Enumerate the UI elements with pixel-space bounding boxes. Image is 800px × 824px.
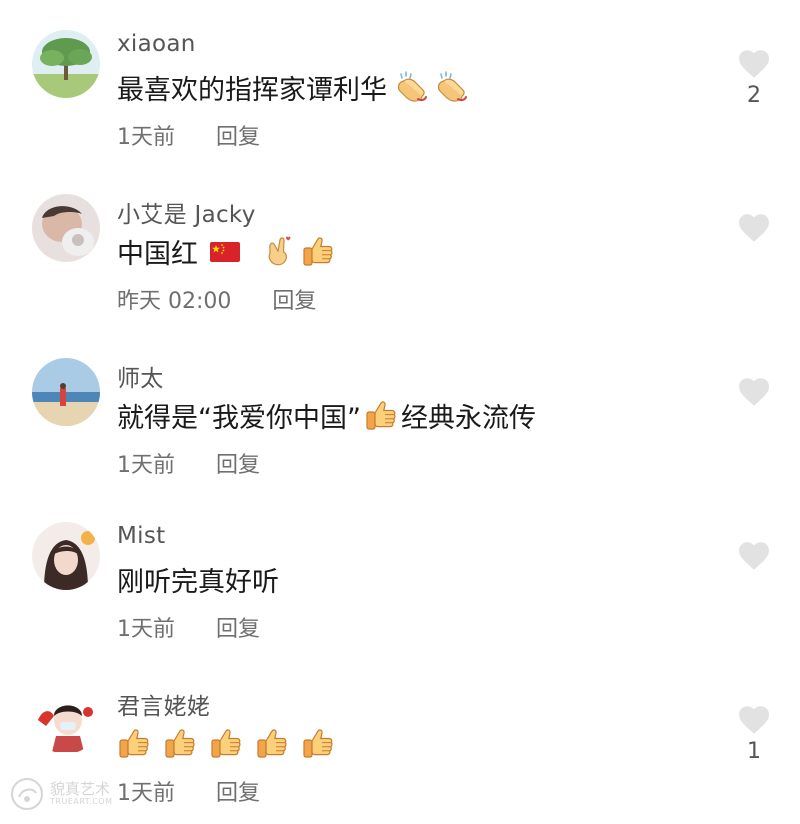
like-button[interactable]: 2 (730, 46, 778, 109)
comment-meta: 1天前 回复 (117, 611, 260, 643)
comment-meta: 1天前 回复 (117, 447, 260, 479)
comment-content: 就得是“我爱你中国” 经典永流传 (117, 395, 536, 435)
heart-icon[interactable] (736, 46, 772, 79)
reply-button[interactable]: 回复 (216, 447, 260, 479)
thumbs-up-emoji (163, 726, 197, 760)
comment-username[interactable]: 君言姥姥 (117, 687, 210, 721)
comment-text: 最喜欢的指挥家谭利华 (117, 74, 387, 106)
thumbs-up-emoji (301, 726, 335, 760)
comment-item: 君言姥姥 1天前 回复 1 (0, 656, 800, 820)
like-button[interactable] (730, 374, 778, 437)
thumbs-up-emoji (301, 234, 335, 268)
comment-time: 1天前 (117, 781, 175, 806)
comment-item: 小艾是 Jacky 中国红 昨天 02:00 回复 (0, 164, 800, 328)
comment-time: 1天前 (117, 125, 175, 150)
like-count: 2 (747, 83, 761, 108)
reply-button[interactable]: 回复 (216, 119, 260, 151)
clapping-hands-emoji (395, 70, 429, 104)
comment-meta: 1天前 回复 (117, 119, 260, 151)
avatar[interactable] (32, 194, 100, 262)
comment-item: Mist 刚听完真好听 1天前 回复 (0, 492, 800, 656)
comment-item: 师太 就得是“我爱你中国” 经典永流传 1天前 回复 (0, 328, 800, 492)
clapping-hands-emoji (435, 70, 469, 104)
reply-button[interactable]: 回复 (216, 775, 260, 807)
comment-content (117, 723, 338, 763)
comment-text: 中国红 (117, 238, 198, 270)
like-count (730, 247, 778, 273)
comment-text: 经典永流传 (400, 402, 536, 434)
thumbs-up-emoji (364, 398, 398, 432)
avatar[interactable] (32, 358, 100, 426)
thumbs-up-emoji (255, 726, 289, 760)
finger-heart-emoji (261, 234, 295, 268)
heart-icon[interactable] (736, 210, 772, 243)
avatar[interactable] (32, 686, 100, 754)
comment-username[interactable]: 小艾是 Jacky (117, 195, 256, 229)
comment-time: 1天前 (117, 617, 175, 642)
comment-content: 中国红 (117, 231, 338, 271)
comment-time: 昨天 02:00 (117, 289, 232, 314)
reply-button[interactable]: 回复 (272, 283, 316, 315)
comment-content: 刚听完真好听 (117, 559, 279, 599)
thumbs-up-emoji (117, 726, 151, 760)
comment-meta: 昨天 02:00 回复 (117, 283, 316, 315)
comment-item: xiaoan 最喜欢的指挥家谭利华 1天前 回复 2 (0, 0, 800, 164)
heart-icon[interactable] (736, 374, 772, 407)
comment-username[interactable]: 师太 (117, 359, 164, 393)
thumbs-up-emoji (209, 726, 243, 760)
comment-text: 刚听完真好听 (117, 566, 279, 598)
like-button[interactable] (730, 538, 778, 601)
like-button[interactable]: 1 (730, 702, 778, 765)
heart-icon[interactable] (736, 538, 772, 571)
comment-username[interactable]: xiaoan (117, 31, 196, 57)
comment-meta: 1天前 回复 (117, 775, 260, 807)
comment-text: 就得是“我爱你中国” (117, 402, 361, 434)
china-flag-emoji (208, 234, 242, 268)
like-count: 1 (747, 739, 761, 764)
comment-username[interactable]: Mist (117, 523, 165, 549)
like-button[interactable] (730, 210, 778, 273)
reply-button[interactable]: 回复 (216, 611, 260, 643)
heart-icon[interactable] (736, 702, 772, 735)
comment-content: 最喜欢的指挥家谭利华 (117, 67, 472, 107)
like-count (730, 411, 778, 437)
avatar[interactable] (32, 522, 100, 590)
like-count (730, 575, 778, 601)
comment-time: 1天前 (117, 453, 175, 478)
avatar[interactable] (32, 30, 100, 98)
